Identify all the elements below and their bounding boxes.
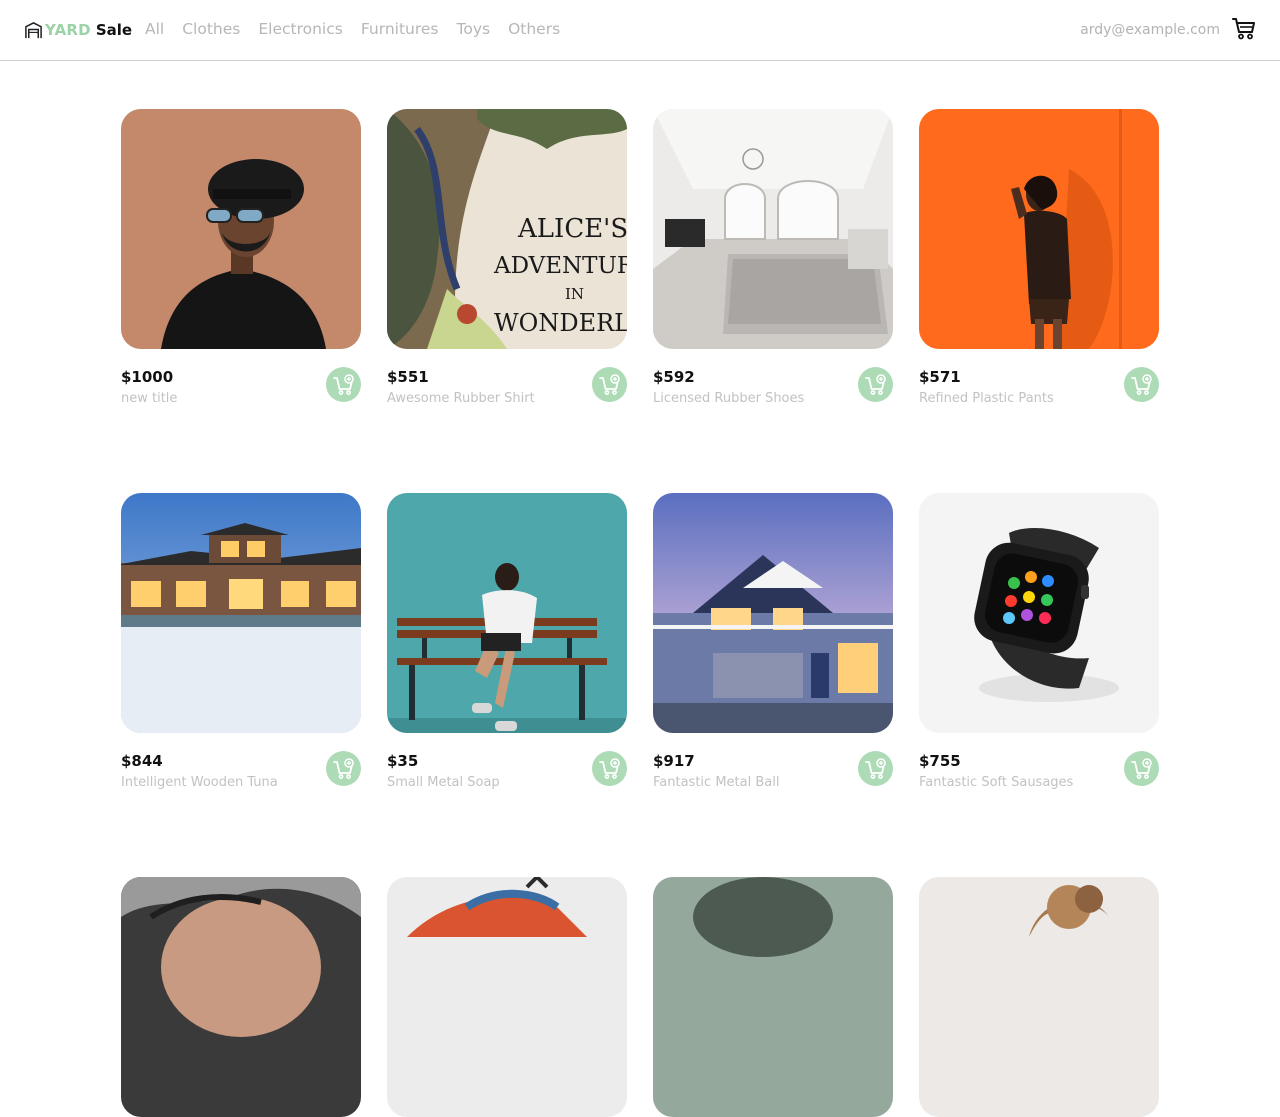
- product-title: new title: [121, 391, 178, 406]
- add-to-cart-button[interactable]: [326, 367, 361, 402]
- product-title: Small Metal Soap: [387, 775, 500, 790]
- add-to-cart-icon: [332, 373, 354, 395]
- store-icon: [25, 21, 42, 38]
- product-price: $592: [653, 368, 695, 386]
- product-title: Intelligent Wooden Tuna: [121, 775, 278, 790]
- product-card[interactable]: $571 Refined Plastic Pants: [919, 109, 1159, 409]
- nav-item-electronics[interactable]: Electronics: [258, 20, 342, 38]
- add-to-cart-button[interactable]: [592, 367, 627, 402]
- nav-item-all[interactable]: All: [145, 20, 164, 38]
- product-card[interactable]: [653, 877, 893, 1117]
- user-email[interactable]: ardy@example.com: [1080, 22, 1220, 38]
- book-title-line1: ALICE'S: [517, 214, 627, 244]
- product-title: Fantastic Metal Ball: [653, 775, 780, 790]
- product-card[interactable]: ALICE'S ADVENTURE IN WONDERLA $551 Aweso…: [387, 109, 627, 409]
- product-image[interactable]: [919, 109, 1159, 349]
- add-to-cart-button[interactable]: [858, 751, 893, 786]
- add-to-cart-button[interactable]: [858, 367, 893, 402]
- product-card[interactable]: $1000 new title: [121, 109, 361, 409]
- add-to-cart-icon: [1130, 757, 1152, 779]
- product-info: $917 Fantastic Metal Ball: [653, 733, 893, 793]
- add-to-cart-icon: [332, 757, 354, 779]
- add-to-cart-icon: [1130, 373, 1152, 395]
- add-to-cart-button[interactable]: [1124, 751, 1159, 786]
- logo-sale-text: Sale: [95, 21, 133, 39]
- product-image[interactable]: [653, 877, 893, 1117]
- add-to-cart-button[interactable]: [1124, 367, 1159, 402]
- shopping-cart-icon[interactable]: [1231, 15, 1257, 41]
- product-info: $755 Fantastic Soft Sausages: [919, 733, 1159, 793]
- product-image[interactable]: [387, 877, 627, 1117]
- add-to-cart-icon: [598, 757, 620, 779]
- product-card[interactable]: [919, 877, 1159, 1117]
- top-navbar: YARD Sale All Clothes Electronics Furnit…: [0, 0, 1280, 61]
- nav-item-toys[interactable]: Toys: [457, 20, 491, 38]
- product-info: $35 Small Metal Soap: [387, 733, 627, 793]
- product-image[interactable]: [121, 109, 361, 349]
- nav-item-clothes[interactable]: Clothes: [182, 20, 240, 38]
- add-to-cart-button[interactable]: [326, 751, 361, 786]
- logo[interactable]: YARD Sale: [24, 19, 132, 41]
- product-image[interactable]: [121, 493, 361, 733]
- product-price: $1000: [121, 368, 174, 386]
- product-image[interactable]: [919, 877, 1159, 1117]
- product-info: $571 Refined Plastic Pants: [919, 349, 1159, 409]
- product-image[interactable]: [653, 493, 893, 733]
- product-info: $844 Intelligent Wooden Tuna: [121, 733, 361, 793]
- product-price: $35: [387, 752, 419, 770]
- product-image[interactable]: [653, 109, 893, 349]
- product-card[interactable]: $592 Licensed Rubber Shoes: [653, 109, 893, 409]
- product-price: $571: [919, 368, 961, 386]
- product-card[interactable]: [387, 877, 627, 1117]
- product-image[interactable]: [387, 493, 627, 733]
- product-image[interactable]: ALICE'S ADVENTURE IN WONDERLA: [387, 109, 627, 349]
- product-price: $755: [919, 752, 961, 770]
- product-info: $592 Licensed Rubber Shoes: [653, 349, 893, 409]
- product-image[interactable]: [919, 493, 1159, 733]
- logo-yard-text: YARD: [45, 21, 91, 39]
- add-to-cart-icon: [598, 373, 620, 395]
- add-to-cart-icon: [864, 757, 886, 779]
- add-to-cart-icon: [864, 373, 886, 395]
- product-image[interactable]: [121, 877, 361, 1117]
- product-card[interactable]: $755 Fantastic Soft Sausages: [919, 493, 1159, 793]
- nav-item-furnitures[interactable]: Furnitures: [361, 20, 439, 38]
- book-title-line4: WONDERLA: [494, 309, 627, 337]
- product-title: Awesome Rubber Shirt: [387, 391, 535, 406]
- product-card[interactable]: $844 Intelligent Wooden Tuna: [121, 493, 361, 793]
- product-title: Licensed Rubber Shoes: [653, 391, 805, 406]
- product-info: $1000 new title: [121, 349, 361, 409]
- add-to-cart-button[interactable]: [592, 751, 627, 786]
- product-title: Fantastic Soft Sausages: [919, 775, 1074, 790]
- product-title: Refined Plastic Pants: [919, 391, 1054, 406]
- product-card[interactable]: $35 Small Metal Soap: [387, 493, 627, 793]
- product-card[interactable]: [121, 877, 361, 1117]
- category-nav: All Clothes Electronics Furnitures Toys …: [145, 20, 578, 38]
- product-price: $551: [387, 368, 429, 386]
- book-title-line3: IN: [565, 285, 584, 303]
- nav-item-others[interactable]: Others: [508, 20, 560, 38]
- product-price: $844: [121, 752, 163, 770]
- product-info: $551 Awesome Rubber Shirt: [387, 349, 627, 409]
- book-title-line2: ADVENTURE: [493, 253, 627, 279]
- product-grid: $1000 new title ALICE'S ADVENTURE IN WON…: [121, 109, 1159, 1117]
- product-card[interactable]: $917 Fantastic Metal Ball: [653, 493, 893, 793]
- product-price: $917: [653, 752, 695, 770]
